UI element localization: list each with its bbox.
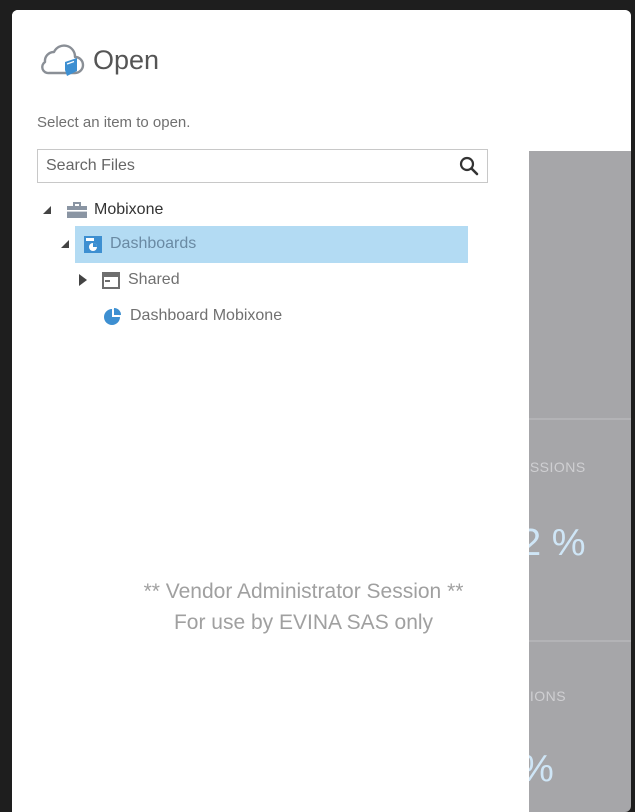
expanded-arrow-icon[interactable] (40, 203, 54, 217)
tree-item-dashboards[interactable]: Dashboards (58, 229, 196, 259)
collapsed-arrow-icon[interactable] (76, 273, 90, 287)
search-input[interactable] (38, 150, 448, 182)
panel-subtitle: Select an item to open. (37, 114, 191, 131)
search-icon[interactable] (459, 156, 479, 176)
search-box (37, 149, 488, 183)
tree-item-label: Dashboards (110, 235, 197, 252)
vendor-notice-line-1: ** Vendor Administrator Session ** (143, 580, 464, 603)
vendor-notice-line-2: For use by EVINA SAS only (173, 611, 434, 634)
panel-header: Open (37, 40, 159, 80)
expanded-arrow-icon[interactable] (58, 237, 72, 251)
background-kpi-label-1: ESSIONS (520, 459, 586, 475)
dashboard-folder-icon (84, 236, 102, 253)
briefcase-icon (67, 202, 87, 218)
tree-item-mobixone[interactable]: Mobixone (40, 195, 163, 225)
cloud-open-icon (41, 44, 85, 76)
tree-item-dashboard-mobixone[interactable]: Dashboard Mobixone (102, 301, 282, 331)
tree-item-label: Dashboard Mobixone (130, 307, 283, 324)
background-kpi-value-1: 2 % (520, 522, 586, 564)
pie-chart-icon (104, 308, 121, 325)
folder-icon (102, 272, 120, 289)
panel-title: Open (93, 44, 160, 75)
open-panel: Open Select an item to open. Mobixone (12, 10, 529, 812)
tree-item-shared[interactable]: Shared (76, 265, 180, 295)
tree-item-label: Shared (128, 271, 180, 288)
tree-item-label: Mobixone (94, 201, 164, 218)
vendor-session-notice: ** Vendor Administrator Session ** For u… (12, 576, 595, 638)
